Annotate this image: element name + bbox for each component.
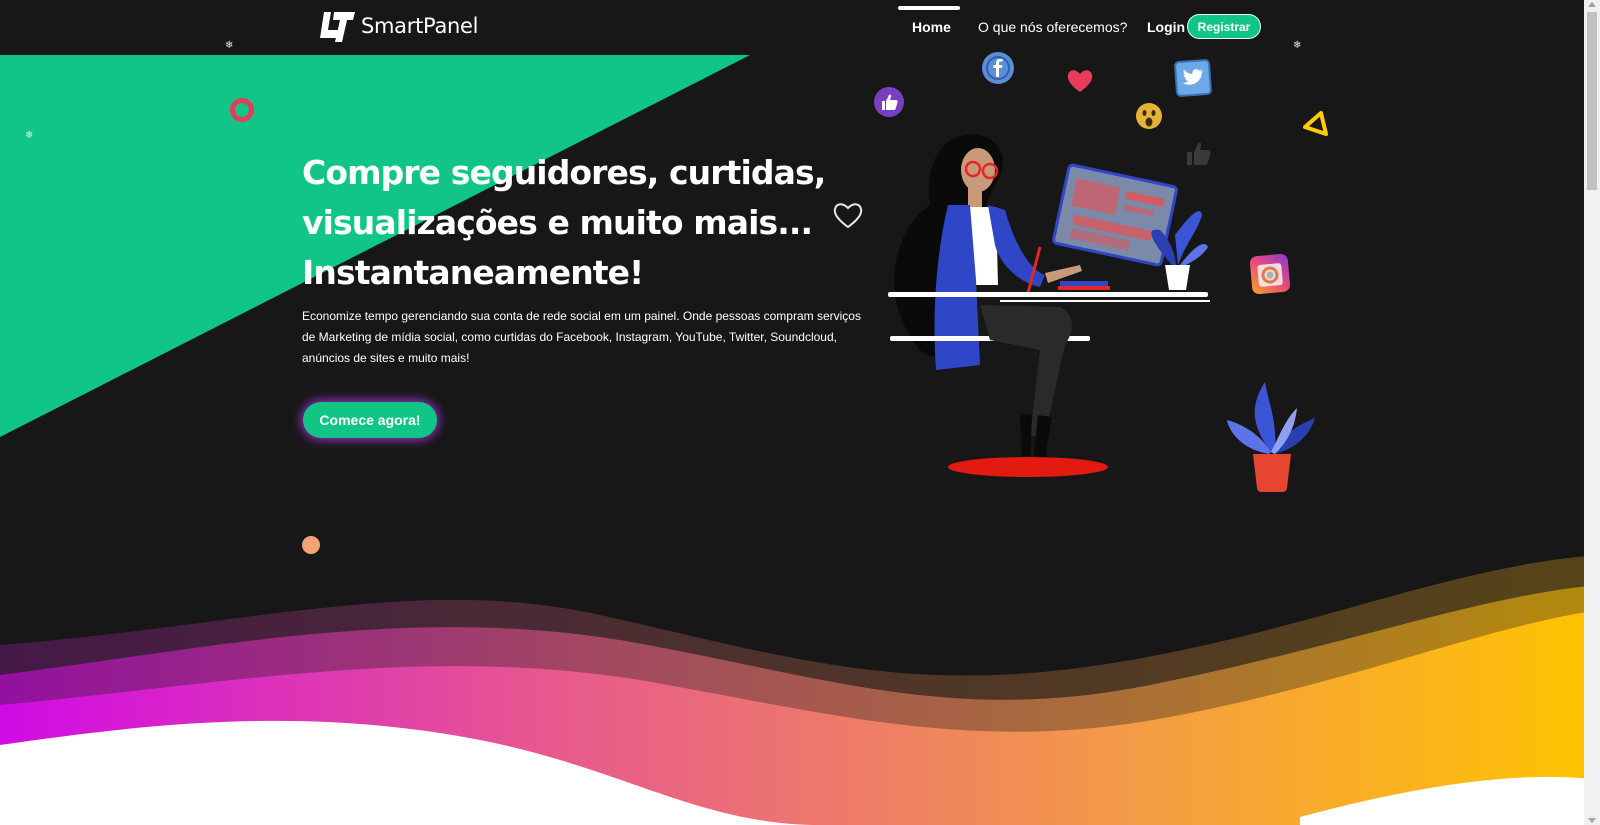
woman-at-desk-illustration [888,134,1210,477]
register-button[interactable]: Registrar [1187,14,1261,39]
wave-background [0,555,1600,825]
potted-plant-icon [1227,382,1315,492]
hero-description: Economize tempo gerenciando sua conta de… [302,309,861,365]
hero-title-line-1: Compre seguidores, curtidas, [302,153,826,192]
scroll-down-arrow-icon[interactable] [1588,818,1596,823]
active-nav-indicator [898,6,960,10]
hero-title-line-3: Instantaneamente! [302,253,644,292]
snowflake-icon: ❄ [25,130,34,141]
dot-decoration [302,536,320,554]
brand-logo[interactable]: SmartPanel [318,8,478,44]
nav-home[interactable]: Home [898,6,960,46]
hero-title: Compre seguidores, curtidas, visualizaçõ… [302,148,862,298]
instagram-icon [1249,253,1291,295]
hero-title-line-2: visualizações e muito mais... [302,203,813,242]
snowflake-icon: ❄ [1293,40,1302,51]
facebook-icon [982,52,1014,84]
login-link[interactable]: Login [1147,19,1185,35]
twitter-icon [1174,59,1212,97]
ring-decoration [230,98,254,122]
smartpanel-logo-icon [320,12,355,42]
heart-icon [1067,70,1093,92]
nav-home-label: Home [912,19,951,35]
scrollbar-thumb[interactable] [1587,12,1597,190]
get-started-button[interactable]: Comece agora! [303,402,437,438]
snowflake-icon: ❄ [225,40,234,51]
navbar: SmartPanel Home O que nós oferecemos? Lo… [0,0,1600,55]
page-scrollbar[interactable] [1584,0,1600,825]
triangle-icon [1303,111,1328,136]
heart-outline-icon [833,203,863,229]
thumbs-up-icon [874,87,904,117]
brand-name: SmartPanel [361,14,479,38]
scroll-up-arrow-icon[interactable] [1588,2,1596,7]
nav-what-we-offer[interactable]: O que nós oferecemos? [978,19,1127,35]
